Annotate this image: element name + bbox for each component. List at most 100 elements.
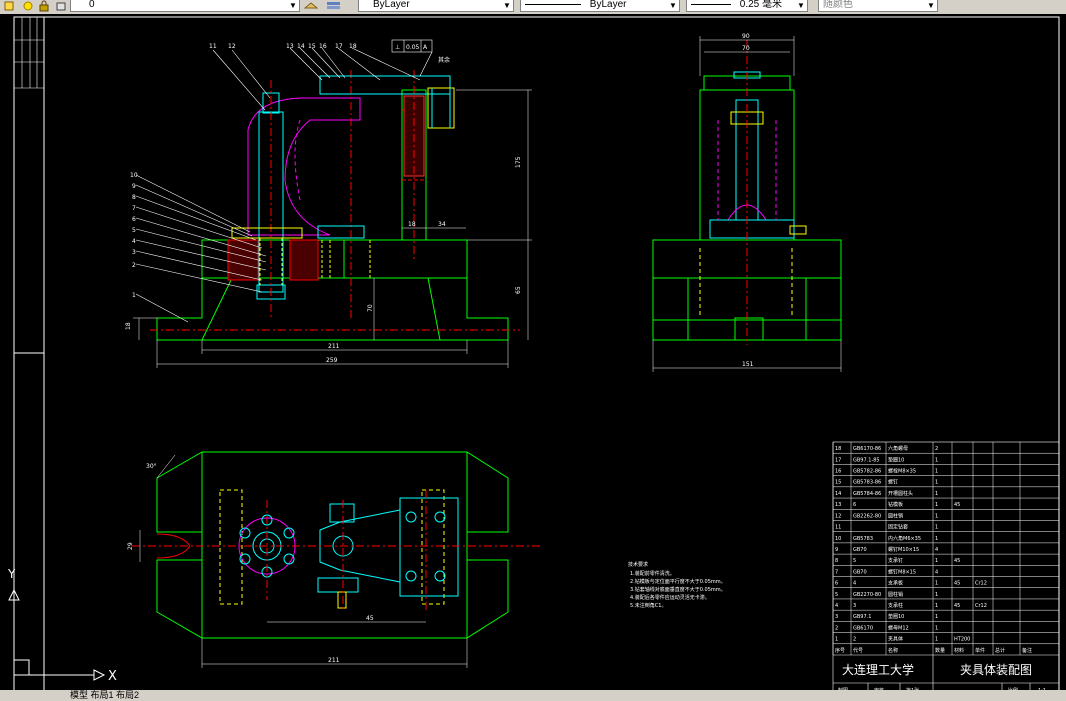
dim-18a: 18 xyxy=(408,221,416,228)
bom-header-cell: 材料 xyxy=(954,647,964,654)
bom-cell: GB70 xyxy=(853,569,867,575)
bom-cell: 15 xyxy=(835,480,841,486)
bom-cell: 1 xyxy=(935,491,938,497)
bom-cell: 45 xyxy=(954,502,960,508)
bom-cell: 1 xyxy=(935,525,938,531)
bom-cell: 垫圈10 xyxy=(888,456,904,463)
bom-cell: 6 xyxy=(853,502,856,508)
bom-cell: 1 xyxy=(935,614,938,620)
bom-cell: GB5783 xyxy=(853,536,873,542)
bom-cell: GB2262-80 xyxy=(853,513,881,519)
dim-side-151: 151 xyxy=(742,361,754,368)
ucs-x-label: X xyxy=(108,669,117,684)
bom-cell: 螺钉M10×15 xyxy=(888,546,919,553)
bom-cell: Cr12 xyxy=(975,581,987,587)
ucs-icon xyxy=(8,575,106,681)
tol-value: 0.05 xyxy=(406,44,420,51)
rotated-title-box xyxy=(14,17,44,89)
bom-cell: 开槽圆柱头 xyxy=(888,490,913,497)
dim-18c: 18 xyxy=(125,322,132,330)
bom-cell: 2 xyxy=(835,625,838,631)
bom-cell: HT200 xyxy=(954,637,970,643)
bom-cell: 1 xyxy=(935,457,938,463)
bom-cell: 9 xyxy=(835,547,838,553)
callout-15: 15 xyxy=(308,43,316,50)
bom-cell: 11 xyxy=(835,525,841,531)
bom-cell: 2 xyxy=(935,446,938,452)
bom-cell: 1 xyxy=(935,581,938,587)
callout-4: 4 xyxy=(132,238,136,245)
dim-259: 259 xyxy=(326,357,338,364)
school-name: 大连理工大学 xyxy=(842,662,914,677)
dim-angle-30: 30° xyxy=(146,463,157,470)
note-3: 3.钻套轴线对底面垂直度不大于0.05mm。 xyxy=(630,586,726,593)
bom-header-cell: 序号 xyxy=(835,647,845,654)
bom-cell: GB5783-86 xyxy=(853,480,881,486)
bom-cell: 6 xyxy=(835,581,838,587)
callout-14: 14 xyxy=(297,43,305,50)
bom-cell: 2 xyxy=(853,637,856,643)
bom-header-cell: 总计 xyxy=(995,647,1005,654)
front-dimensions xyxy=(133,89,532,368)
drawing-name: 夹具体装配图 xyxy=(960,663,1032,677)
bom-cell: 1 xyxy=(935,637,938,643)
bom-cell: 4 xyxy=(835,603,838,609)
bracket-arm xyxy=(247,97,361,236)
roughness-note: 其余 xyxy=(438,56,450,64)
bom-cell: 1 xyxy=(935,536,938,542)
bom-cell: 3 xyxy=(835,614,838,620)
bom-cell: 夹具体 xyxy=(888,636,903,643)
layout-tabs-text: 模型 布局1 布局2 xyxy=(70,690,140,700)
callout-9: 9 xyxy=(132,183,136,190)
bom-cell: 7 xyxy=(835,569,838,575)
dim-side-90: 90 xyxy=(742,33,750,40)
layout-tabs[interactable]: 模型 布局1 布局2 xyxy=(0,690,1066,701)
top-view xyxy=(132,451,540,639)
dim-top-45: 45 xyxy=(366,615,374,622)
bom-header-cell: 备注 xyxy=(1022,647,1032,654)
bom-cell: 固定钻套 xyxy=(888,524,908,531)
bom-cell: 17 xyxy=(835,457,841,463)
bom-header-cell: 代号 xyxy=(853,647,863,654)
dim-side-70: 70 xyxy=(742,45,750,52)
front-view xyxy=(150,70,520,341)
bom-cell: 1 xyxy=(835,637,838,643)
bom-cell: GB6170-86 xyxy=(853,446,881,452)
callout-17: 17 xyxy=(335,43,343,50)
bom-cell: 1 xyxy=(935,625,938,631)
bom-cell: 螺母M12 xyxy=(888,624,909,631)
top-dimensions xyxy=(139,454,468,668)
bom-cell: 螺钉 xyxy=(888,479,898,486)
drill-plate xyxy=(319,75,451,95)
callout-11: 11 xyxy=(209,43,217,50)
front-callouts xyxy=(135,47,421,323)
bom-cell: 10 xyxy=(835,536,841,542)
bom-cell: 圆柱销 xyxy=(888,512,903,519)
ucs-y-label: Y xyxy=(7,567,16,581)
bom-cell: 5 xyxy=(835,592,838,598)
dim-65: 65 xyxy=(515,286,522,294)
dim-top-211: 211 xyxy=(328,657,340,664)
bom-cell: 1 xyxy=(935,592,938,598)
dim-34: 34 xyxy=(438,221,446,228)
bom-cell: 1 xyxy=(935,558,938,564)
callout-10: 10 xyxy=(130,172,138,179)
top-base-outline xyxy=(156,451,509,639)
bom-cell: 16 xyxy=(835,468,841,474)
bom-cell: 支承板 xyxy=(888,580,903,587)
bom-cell: GB6170 xyxy=(853,625,873,631)
drawing-svg: 11 12 13 14 15 16 17 18 1 2 3 4 5 6 7 8 … xyxy=(7,16,1060,698)
bom-cell: 3 xyxy=(853,603,856,609)
bom-cell: 14 xyxy=(835,491,841,497)
bom-cell: 圆柱销 xyxy=(888,591,903,598)
notes-title: 技术要求 xyxy=(628,561,648,568)
dim-top-29: 29 xyxy=(127,542,134,550)
bom-cell: 4 xyxy=(853,581,856,587)
bom-cell: 螺栓M8×35 xyxy=(888,467,916,474)
bom-cell: 45 xyxy=(954,558,960,564)
note-5: 5.未注倒角C1。 xyxy=(630,602,666,609)
bom-cell: 六角螺母 xyxy=(888,445,908,452)
callout-12: 12 xyxy=(228,43,236,50)
callout-8: 8 xyxy=(132,194,136,201)
dim-70: 70 xyxy=(367,304,374,312)
